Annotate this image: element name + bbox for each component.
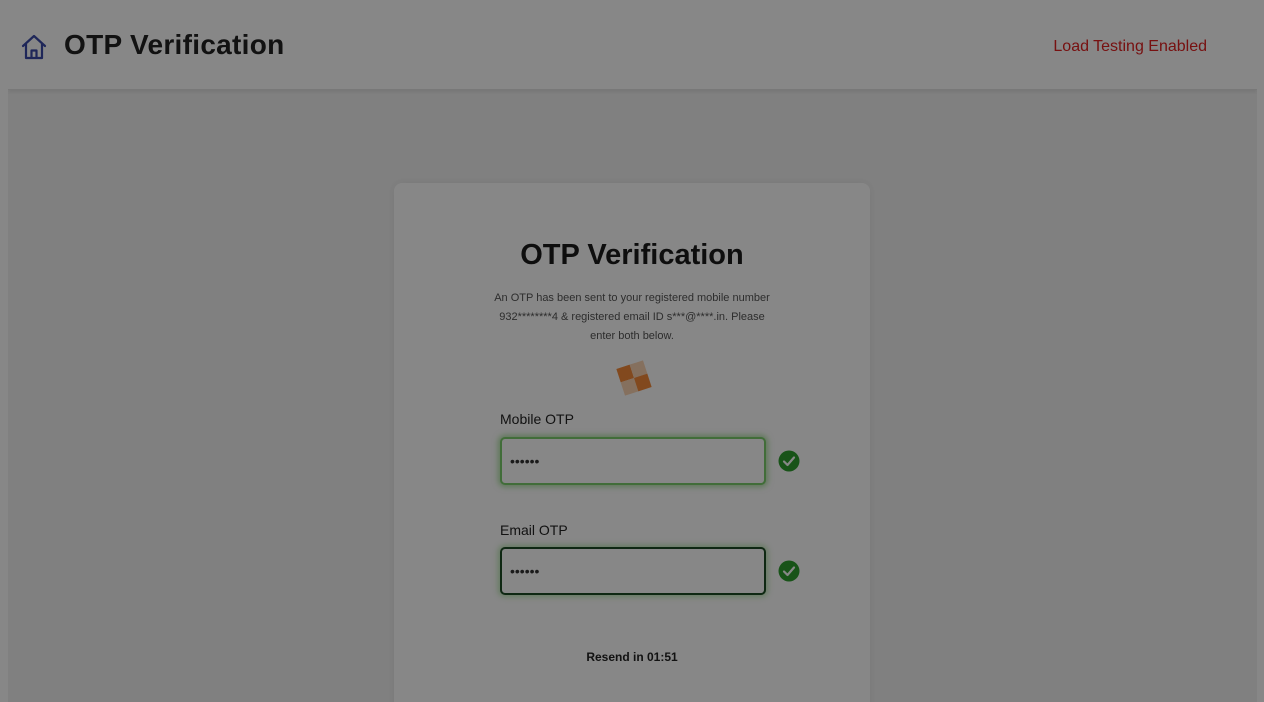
loading-overlay bbox=[0, 0, 1264, 702]
